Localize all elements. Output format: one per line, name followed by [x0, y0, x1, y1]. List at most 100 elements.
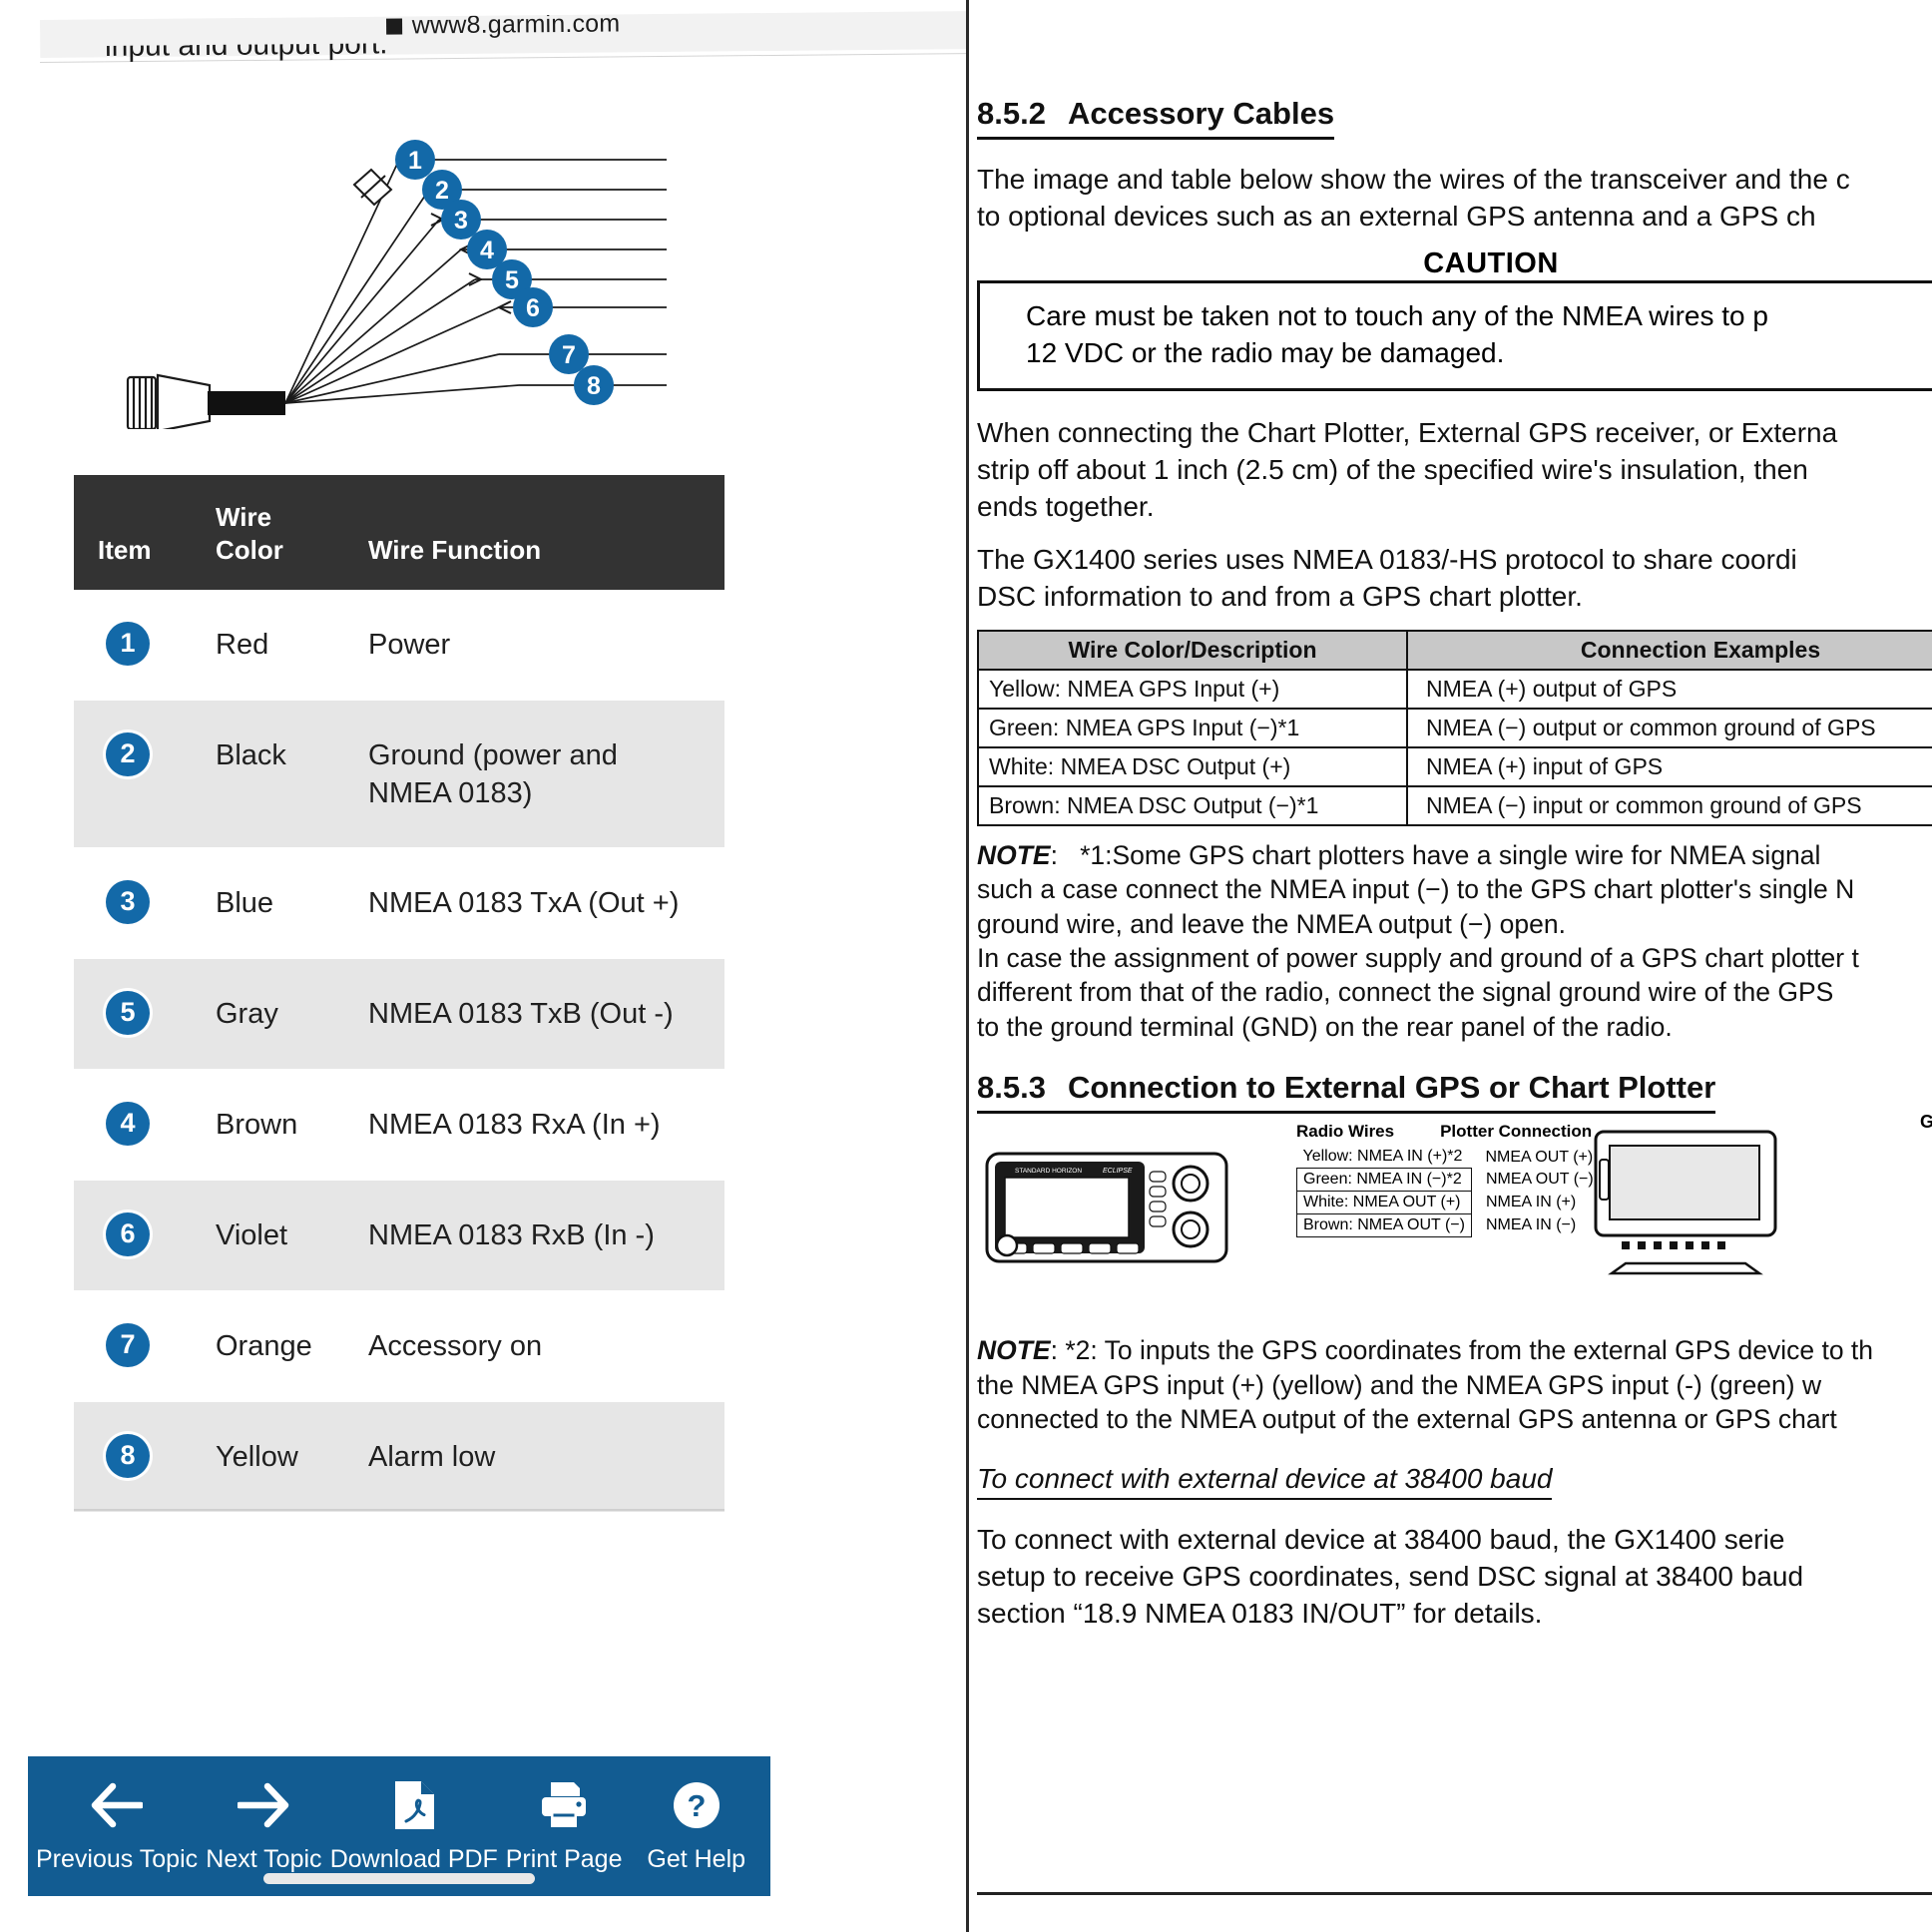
table-row: 2 Black Ground (power and NMEA 0183)	[74, 700, 724, 848]
browser-url-text: www8.garmin.com	[385, 11, 621, 40]
schematic-row: Yellow: NMEA IN (+)*2 NMEA OUT (+)	[1297, 1146, 1601, 1169]
svg-text:8: 8	[587, 372, 601, 400]
wire-color-cell: Yellow	[216, 1440, 298, 1473]
mini-cell-example: NMEA (+) input of GPS	[1406, 745, 1932, 787]
mini-cell-color: White: NMEA DSC Output (+)	[977, 745, 1408, 787]
get-help-button[interactable]: ? Get Help	[630, 1779, 762, 1874]
cable-diagram-svg: 1 2 3 4 5 6 7 8	[126, 140, 667, 433]
mini-cell-example: NMEA (−) input or common ground of GPS	[1406, 784, 1932, 826]
schematic-col-radio: Radio Wires	[1296, 1122, 1395, 1142]
mini-table-row: Brown: NMEA DSC Output (−)*1 NMEA (−) inp…	[977, 784, 1932, 826]
schematic-radio-wire: Brown: NMEA OUT (−)	[1296, 1213, 1472, 1238]
table-row: 1 Red Power	[74, 589, 724, 701]
wire-color-cell: Violet	[216, 1218, 288, 1251]
mini-table-body: Yellow: NMEA GPS Input (+) NMEA (+) outpu…	[977, 668, 1932, 826]
schematic-plotter-wire: NMEA OUT (−)	[1485, 1171, 1594, 1189]
para3-line-2: DSC information to and from a GPS chart …	[977, 580, 1583, 612]
item-badge: 4	[106, 1101, 150, 1146]
mini-cell-color: Yellow: NMEA GPS Input (+)	[977, 668, 1408, 710]
schematic-wire-table: Yellow: NMEA IN (+)*2 NMEA OUT (+) Green: …	[1296, 1146, 1601, 1238]
schematic-radio-wire: Green: NMEA IN (−)*2	[1296, 1168, 1472, 1193]
note-block-1: NOTE: *1:Some GPS chart plotters have a …	[977, 838, 1932, 1045]
schematic-row: White: NMEA OUT (+) NMEA IN (+)	[1296, 1191, 1601, 1215]
topic-action-bar: Previous Topic Next Topic Download PDF P…	[28, 1756, 770, 1896]
previous-topic-label: Previous Topic	[36, 1844, 199, 1873]
intro-line-2: to optional devices such as an external …	[977, 200, 1816, 232]
cable-fan-figure: 1 2 3 4 5 6 7 8	[0, 110, 966, 433]
svg-text:1: 1	[408, 147, 422, 175]
schematic-wire-labels: Radio Wires Plotter Connection Yellow: N…	[1296, 1122, 1601, 1238]
wire-function-cell: Power	[368, 628, 451, 661]
para2-line-1: When connecting the Chart Plotter, Exter…	[977, 416, 1838, 448]
wire-table-header: Item Wire Color Wire Function	[74, 475, 724, 590]
svg-text:STANDARD HORIZON: STANDARD HORIZON	[1015, 1168, 1082, 1175]
para4-line-3: section “18.9 NMEA 0183 IN/OUT” for deta…	[977, 1597, 1543, 1629]
download-pdf-label: Download PDF	[329, 1844, 498, 1873]
para3-line-1: The GX1400 series uses NMEA 0183/-HS pro…	[977, 543, 1797, 575]
mobile-web-viewer: www8.garmin.com input and output port. 1…	[0, 0, 966, 1932]
item-badge: 2	[106, 731, 150, 776]
arrow-right-icon	[238, 1779, 289, 1831]
wire-table-body: 1 Red Power 2 Black Ground (power and NMEA 01…	[74, 589, 724, 1513]
wire-function-cell: Ground (power and NMEA 0183)	[368, 738, 618, 810]
schematic-col-plotter: Plotter Connection	[1440, 1122, 1593, 1142]
wire-function-cell: Alarm low	[368, 1440, 496, 1473]
schematic-plotter-wire: NMEA IN (+)	[1485, 1194, 1577, 1211]
item-badge: 1	[106, 621, 150, 666]
svg-text:5: 5	[505, 266, 519, 294]
radio-illustration: STANDARD HORIZON ECLIPSE	[985, 1152, 1228, 1263]
wire-function-cell: Accessory on	[368, 1329, 543, 1362]
pdf-file-icon	[392, 1779, 436, 1831]
item-badge: 6	[106, 1211, 150, 1256]
caution-box: Care must be taken not to touch any of t…	[977, 279, 1932, 391]
note1-line-6: to the ground terminal (GND) on the rear…	[977, 1011, 1673, 1042]
table-row: 3 Blue NMEA 0183 TxA (Out +)	[74, 847, 724, 959]
next-topic-label: Next Topic	[206, 1844, 322, 1873]
mini-th-0: Wire Color/Description	[977, 629, 1408, 671]
wire-function-cell: NMEA 0183 TxA (Out +)	[368, 886, 680, 919]
page-footer-rule	[977, 1891, 1932, 1895]
item-badge: 7	[106, 1322, 150, 1367]
schematic-row: Brown: NMEA OUT (−) NMEA IN (−)	[1296, 1213, 1601, 1238]
arrow-left-icon	[91, 1779, 144, 1831]
print-page-label: Print Page	[505, 1844, 623, 1873]
wire-function-cell: NMEA 0183 RxB (In -)	[368, 1218, 655, 1251]
header-item: Item	[98, 535, 152, 566]
svg-text:4: 4	[480, 237, 494, 264]
mini-table-row: Green: NMEA GPS Input (−)*1 NMEA (−) outp…	[977, 707, 1932, 748]
wire-connection-table: Wire Color/Description Connection Exampl…	[977, 629, 1932, 826]
app-screen: www8.garmin.com input and output port. 1…	[0, 0, 1932, 1932]
download-pdf-button[interactable]: Download PDF	[330, 1779, 498, 1874]
mini-cell-example: NMEA (−) output or common ground of GPS	[1406, 707, 1932, 748]
mini-table-row: Yellow: NMEA GPS Input (+) NMEA (+) outpu…	[977, 668, 1932, 710]
item-badge: 3	[106, 879, 150, 924]
note2-line-1: *2: To inputs the GPS coordinates from t…	[1065, 1335, 1874, 1366]
svg-text:6: 6	[526, 294, 540, 322]
table-row: 7 Orange Accessory on	[74, 1290, 724, 1402]
section-heading-852: 8.5.2 Accessory Cables	[977, 96, 1335, 140]
note1-line-2: such a case connect the NMEA input (−) t…	[977, 874, 1855, 905]
note2-line-2: the NMEA GPS input (+) (yellow) and the …	[977, 1369, 1822, 1400]
table-bottom-rule	[74, 1509, 724, 1511]
intro-line-1: The image and table below show the wires…	[977, 164, 1850, 195]
schematic-plotter-wire: NMEA OUT (+)	[1485, 1148, 1594, 1166]
para4-line-1: To connect with external device at 38400…	[977, 1523, 1785, 1555]
note1-line-3: ground wire, and leave the NMEA output (…	[977, 908, 1566, 939]
svg-text:?: ?	[687, 1788, 706, 1823]
previous-topic-button[interactable]: Previous Topic	[36, 1779, 198, 1874]
svg-text:ECLIPSE: ECLIPSE	[1103, 1168, 1133, 1175]
get-help-label: Get Help	[647, 1844, 746, 1873]
header-wire-function: Wire Function	[368, 535, 542, 566]
table-row: 5 Gray NMEA 0183 TxB (Out -)	[74, 958, 724, 1070]
wire-color-cell: Black	[216, 738, 286, 771]
next-topic-button[interactable]: Next Topic	[198, 1779, 330, 1874]
para2-line-3: ends together.	[977, 490, 1155, 522]
wire-table: Item Wire Color Wire Function 1 Red Power 2…	[74, 475, 724, 1513]
printer-icon	[538, 1779, 590, 1831]
note1-label: NOTE	[977, 839, 1051, 870]
caution-line-2: 12 VDC or the radio may be damaged.	[1026, 337, 1505, 369]
svg-text:7: 7	[562, 341, 576, 369]
print-page-button[interactable]: Print Page	[498, 1779, 631, 1874]
mini-cell-color: Brown: NMEA DSC Output (−)*1	[977, 784, 1408, 826]
table-row: 8 Yellow Alarm low	[74, 1401, 724, 1513]
